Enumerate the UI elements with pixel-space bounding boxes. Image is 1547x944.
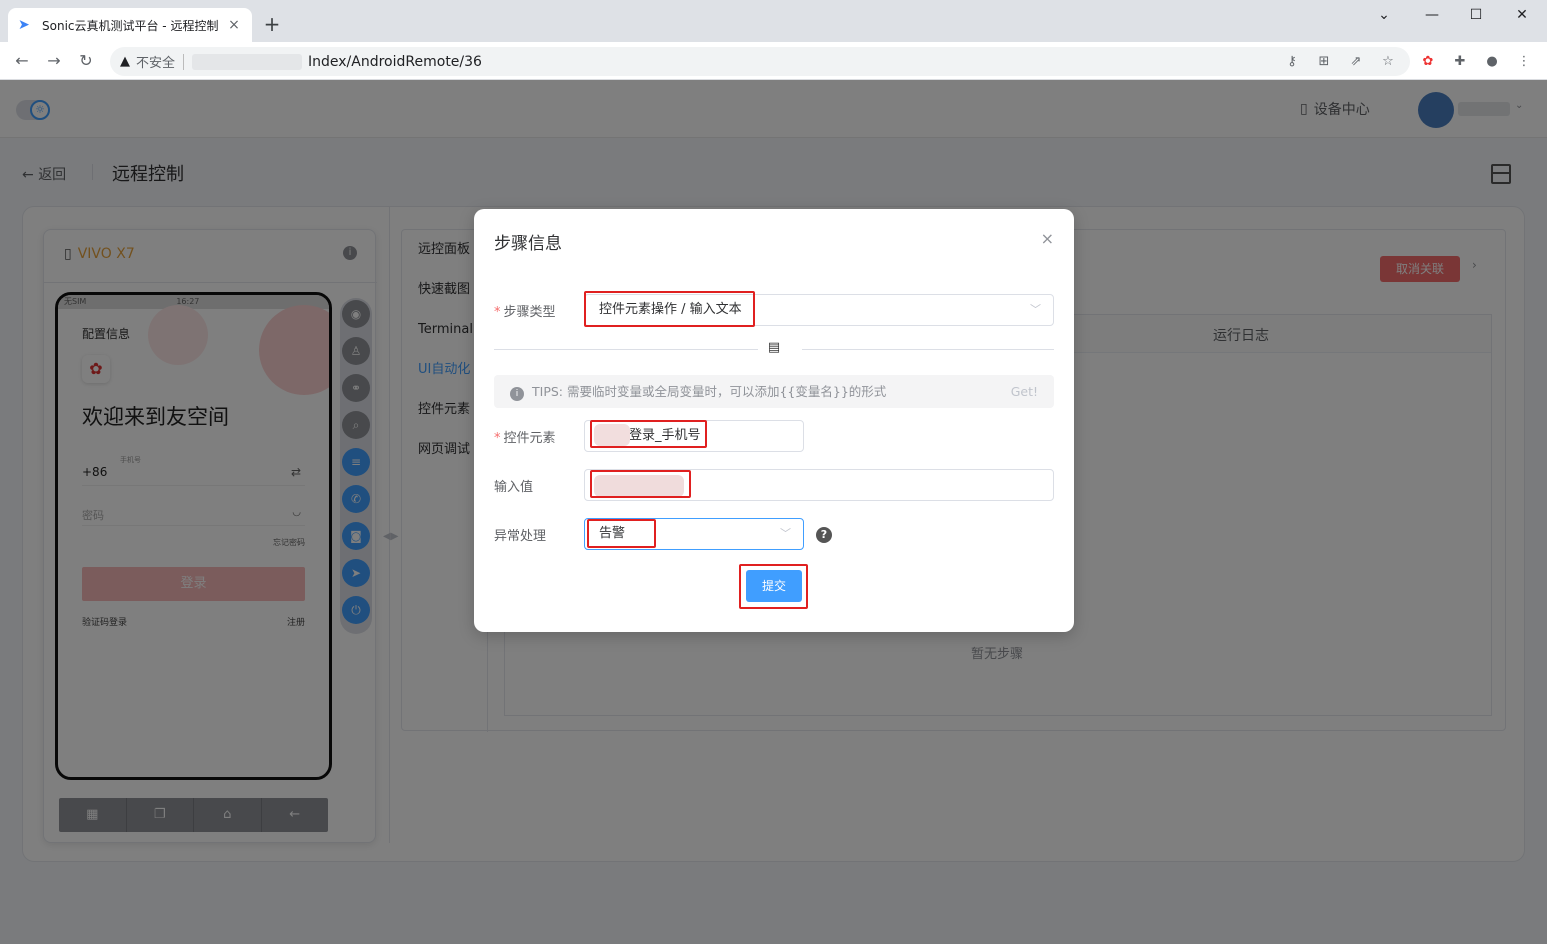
chevron-down-icon[interactable]: ⌄ [1362,4,1406,26]
chevron-down-icon: ﹀ [1030,303,1041,316]
info-icon: i [510,387,524,401]
url-text: Index/AndroidRemote/36 [308,53,482,70]
back-arrow-icon[interactable]: ← [10,50,34,72]
element-label: * 控件元素 [494,427,556,446]
profile-icon[interactable]: ● [1482,52,1502,72]
chevron-down-icon: ﹀ [780,527,791,540]
share-icon[interactable]: ⇗ [1346,52,1366,72]
translate-icon[interactable]: ⊞ [1314,52,1334,72]
annotation-box [590,420,707,448]
browser-tab[interactable]: ➤ Sonic云真机测试平台 - 远程控制 × [8,8,252,42]
redacted-host [192,53,303,70]
tips-alert: i TIPS: 需要临时变量或全局变量时，可以添加{{变量名}}的形式 Get! [494,375,1054,408]
tips-text: TIPS: 需要临时变量或全局变量时，可以添加{{变量名}}的形式 [532,384,887,399]
document-icon: ▤ [767,340,781,355]
annotation-box [584,291,755,327]
more-icon[interactable]: ⋮ [1514,52,1534,72]
minimize-icon[interactable]: — [1410,4,1454,26]
puzzle-icon[interactable]: ✚ [1450,52,1470,72]
tips-get-button[interactable]: Get! [1011,375,1038,408]
step-type-label: * 步骤类型 [494,301,556,320]
help-icon[interactable]: ? [816,527,832,543]
annotation-box [587,519,656,548]
key-icon[interactable]: ⚷ [1282,52,1302,72]
insecure-label: 不安全 [136,56,176,71]
step-info-dialog: 步骤信息 × * 步骤类型 控件元素操作 / 输入文本 ﹀ ▤ i TIPS: 需要… [474,209,1074,632]
star-icon[interactable]: ☆ [1378,52,1398,72]
reload-icon[interactable]: ↻ [74,50,98,72]
new-tab-button[interactable]: + [260,12,284,36]
extension-red-icon[interactable]: ✿ [1418,52,1438,72]
element-label-text: 控件元素 [503,431,556,446]
required-mark: * [494,305,501,320]
browser-tabbar: ➤ Sonic云真机测试平台 - 远程控制 × + ⌄ — ☐ ✕ [0,0,1547,42]
step-type-label-text: 步骤类型 [503,305,556,320]
url-input[interactable]: ▲ 不安全 Index/AndroidRemote/36 [110,47,1410,76]
annotation-box [739,564,808,609]
forward-arrow-icon[interactable]: → [42,50,66,72]
error-handling-label: 异常处理 [494,529,547,544]
window-close-icon[interactable]: ✕ [1500,4,1544,26]
tab-close-icon[interactable]: × [226,17,242,33]
separator [183,53,185,70]
divider [802,349,1054,350]
address-bar: ← → ↻ ▲ 不安全 Index/AndroidRemote/36 ⚷ ⊞ ⇗… [0,42,1547,80]
paper-plane-icon: ➤ [18,17,30,33]
annotation-box [590,470,691,498]
dialog-title: 步骤信息 [494,234,562,254]
divider [494,349,758,350]
warning-icon: ▲ [120,54,130,69]
close-icon[interactable]: × [1041,229,1054,248]
maximize-icon[interactable]: ☐ [1454,4,1498,26]
tab-title: Sonic云真机测试平台 - 远程控制 [42,18,219,33]
required-mark: * [494,431,501,446]
input-value-label: 输入值 [494,480,534,495]
